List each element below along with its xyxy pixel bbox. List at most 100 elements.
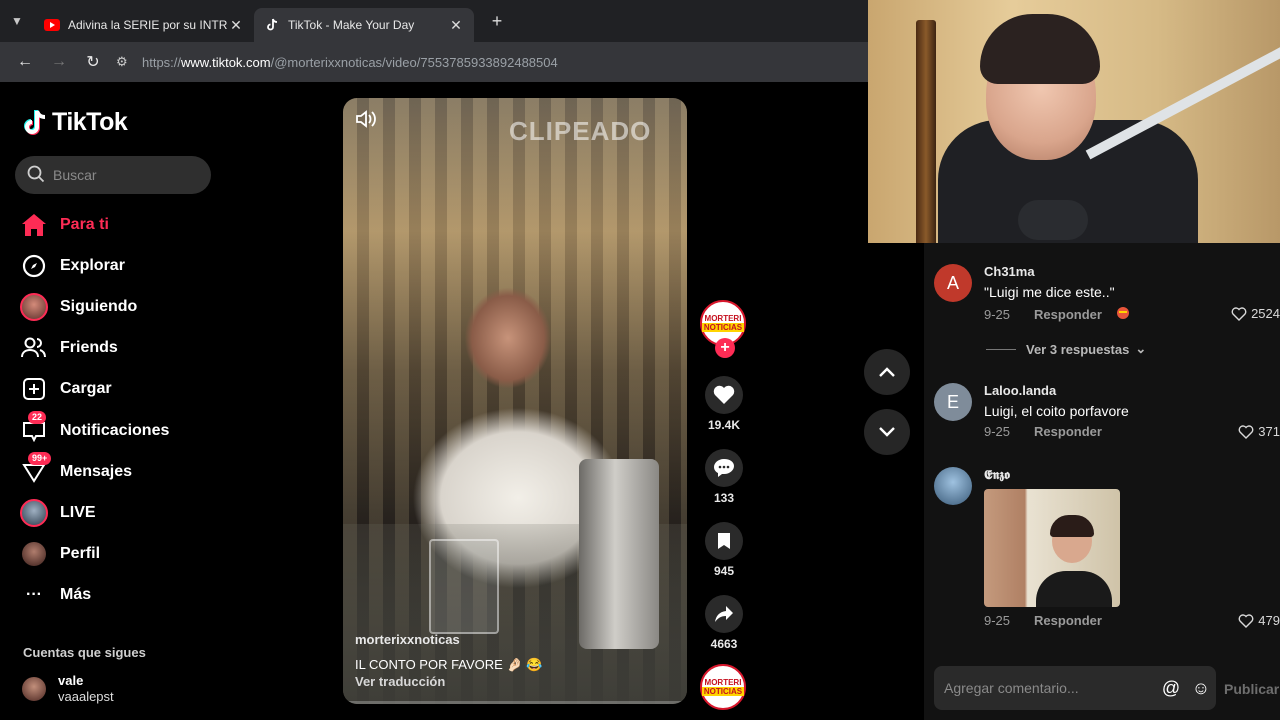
translate-link[interactable]: Ver traducción <box>355 674 445 689</box>
sidebar-item-notificaciones[interactable]: 22 Notificaciones <box>20 410 220 451</box>
comment-item: E Laloo.landa Luigi, el coito porfavore … <box>934 383 1280 443</box>
chevron-down-icon: ⌄ <box>1135 341 1147 356</box>
browser-toolbar: ← → ↻ ⚙ https://www.tiktok.com/@morterix… <box>0 42 868 82</box>
comment-text: "Luigi me dice este.." <box>984 284 1115 300</box>
comment-image-person-body <box>1036 571 1112 607</box>
chevron-up-icon <box>879 367 895 377</box>
url-host: www.tiktok.com <box>181 54 271 70</box>
reply-button[interactable]: Responder <box>1034 307 1102 322</box>
tiktok-logo-icon <box>24 109 46 135</box>
compass-icon <box>20 252 48 280</box>
sound-disc-line1: MORTERI <box>704 678 742 687</box>
webcam-guitar <box>916 20 936 243</box>
tab-youtube[interactable]: Adivina la SERIE por su INTRO ✕ <box>34 8 254 42</box>
comment-user[interactable]: 𝕰𝖓𝖟𝖔 <box>984 467 1010 483</box>
reply-button[interactable]: Responder <box>1034 613 1102 628</box>
close-tab-icon[interactable]: ✕ <box>448 17 464 34</box>
mention-icon[interactable]: @ <box>1156 678 1186 699</box>
follow-plus-button[interactable]: + <box>715 338 735 358</box>
avatar[interactable]: E <box>934 383 972 421</box>
heart-icon[interactable] <box>705 376 743 414</box>
site-info-icon[interactable]: ⚙ <box>116 54 142 70</box>
sidebar-item-label: Más <box>60 586 92 604</box>
comment-like-count: 479 <box>1258 613 1280 628</box>
tiktok-logo-text: TikTok <box>52 108 128 136</box>
search-placeholder: Buscar <box>53 167 97 183</box>
comment-like[interactable]: 371 <box>1238 424 1280 439</box>
reply-button[interactable]: Responder <box>1034 424 1102 439</box>
upload-icon <box>20 375 48 403</box>
comment-image[interactable] <box>984 489 1120 607</box>
video-progress-bar[interactable] <box>343 701 687 704</box>
emoji-icon[interactable]: ☺ <box>1186 678 1216 699</box>
sidebar-item-siguiendo[interactable]: Siguiendo <box>20 286 220 327</box>
video-author[interactable]: morterixxnoticas <box>355 632 460 647</box>
more-icon: ··· <box>26 586 42 604</box>
comment-meta: 9-25 Responder <box>984 424 1102 439</box>
sidebar-item-para-ti[interactable]: Para ti <box>20 204 220 245</box>
forward-button[interactable]: → <box>42 45 76 79</box>
video-player[interactable]: CLIPEADO morterixxnoticas IL CONTO POR F… <box>343 98 687 704</box>
sidebar-item-label: LIVE <box>60 503 96 521</box>
sidebar-item-label: Explorar <box>60 256 125 274</box>
tab-title: TikTok - Make Your Day <box>288 18 415 32</box>
sound-disc-avatar[interactable]: MORTERI NOTICIAS <box>700 664 746 710</box>
comment-input[interactable]: Agregar comentario... @ ☺ <box>934 666 1216 710</box>
avatar[interactable]: A <box>934 264 972 302</box>
following-name: vale <box>58 673 84 688</box>
comment-like-count: 371 <box>1258 424 1280 439</box>
share-action[interactable]: 4663 <box>700 595 748 651</box>
bookmark-icon[interactable] <box>705 522 743 560</box>
comment-count: 133 <box>713 491 735 505</box>
share-icon[interactable] <box>705 595 743 633</box>
publish-button[interactable]: Publicar <box>1224 681 1279 697</box>
browser-tab-bar: ▼ Adivina la SERIE por su INTRO ✕ TikTok… <box>0 0 868 42</box>
comment-input-placeholder: Agregar comentario... <box>944 680 1079 696</box>
tab-tiktok[interactable]: TikTok - Make Your Day ✕ <box>254 8 474 42</box>
sidebar-item-label: Cargar <box>60 380 112 398</box>
back-button[interactable]: ← <box>8 45 42 79</box>
new-tab-button[interactable]: + <box>482 11 512 32</box>
search-input[interactable]: Buscar <box>15 156 211 194</box>
address-bar[interactable]: ⚙ https://www.tiktok.com/@morterixxnotic… <box>110 47 868 77</box>
following-account[interactable]: vale vaaalepst <box>22 673 114 705</box>
comment-action[interactable]: 133 <box>700 449 748 505</box>
webcam-overlay <box>868 0 1280 243</box>
sidebar-item-friends[interactable]: Friends <box>20 328 220 369</box>
comment-icon[interactable] <box>705 449 743 487</box>
video-scene-glass <box>429 539 499 634</box>
close-tab-icon[interactable]: ✕ <box>228 17 244 34</box>
sidebar-item-mas[interactable]: ··· Más <box>20 575 220 616</box>
reload-button[interactable]: ↻ <box>76 45 110 79</box>
comments-panel: A Ch31ma "Luigi me dice este.." 9-25 Res… <box>924 243 1280 720</box>
volume-icon[interactable] <box>355 110 377 133</box>
comment-user[interactable]: Laloo.landa <box>984 383 1056 398</box>
sidebar-item-cargar[interactable]: Cargar <box>20 369 220 410</box>
comment-like[interactable]: 2524 <box>1231 306 1280 321</box>
sidebar-item-mensajes[interactable]: 99+ Mensajes <box>20 451 220 492</box>
previous-video-button[interactable] <box>864 349 910 395</box>
sidebar-item-perfil[interactable]: Perfil <box>20 534 220 575</box>
heart-outline-icon <box>1238 613 1254 628</box>
like-action[interactable]: 19.4K <box>700 376 748 432</box>
tab-search-dropdown-icon[interactable]: ▼ <box>0 0 34 42</box>
tiktok-logo[interactable]: TikTok <box>22 108 128 137</box>
sidebar-item-live[interactable]: LIVE <box>20 492 220 533</box>
comment-meta: 9-25 Responder <box>984 613 1102 628</box>
comment-user[interactable]: Ch31ma <box>984 264 1035 279</box>
like-count: 19.4K <box>707 418 741 432</box>
comment-like[interactable]: 479 <box>1238 613 1280 628</box>
avatar[interactable] <box>934 467 972 505</box>
heart-outline-icon <box>1238 424 1254 439</box>
save-action[interactable]: 945 <box>700 522 748 578</box>
youtube-icon <box>44 17 60 33</box>
view-replies-button[interactable]: Ver 3 respuestas ⌄ <box>986 341 1146 357</box>
creator-avatar[interactable]: MORTERI NOTICIAS + <box>700 300 746 358</box>
sidebar-item-explorar[interactable]: Explorar <box>20 245 220 286</box>
video-watermark: CLIPEADO <box>509 116 652 146</box>
messages-icon: 99+ <box>20 451 52 486</box>
inbox-icon: 22 <box>20 410 48 445</box>
webcam-person-hair <box>980 14 1100 84</box>
video-actions: MORTERI NOTICIAS + 19.4K 133 945 4663 MO… <box>700 300 748 710</box>
next-video-button[interactable] <box>864 409 910 455</box>
